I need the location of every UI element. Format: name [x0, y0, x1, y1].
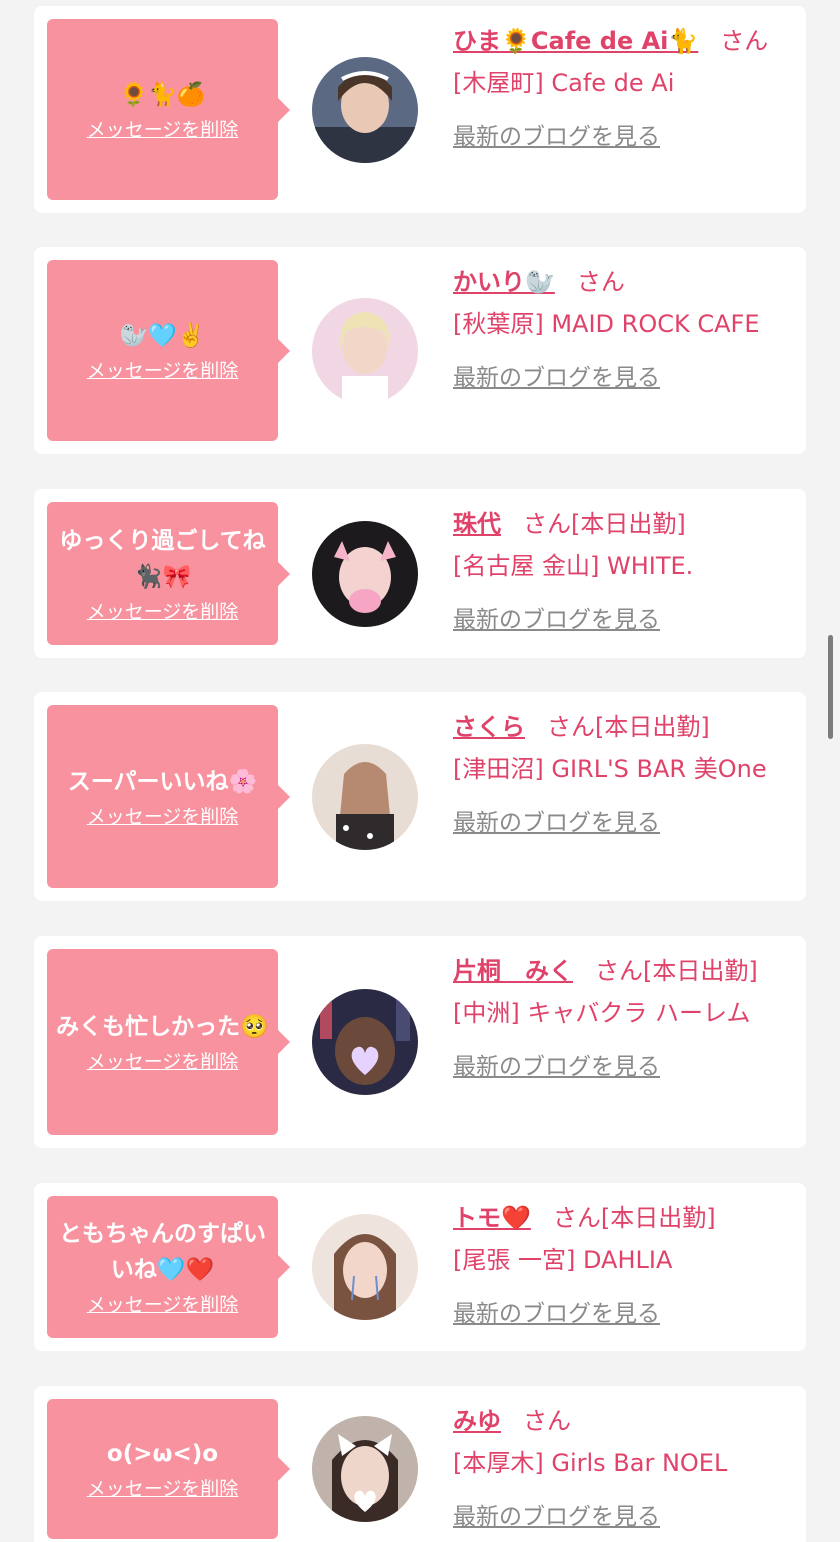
message-text: 🦭🩵✌️ — [119, 322, 206, 349]
avatar[interactable] — [312, 57, 418, 163]
cast-name-link[interactable]: 珠代 — [453, 510, 501, 538]
attendance-status: [本日出勤] — [600, 1204, 716, 1232]
avatar[interactable] — [312, 521, 418, 627]
shop-name: [中洲] キャバクラ ハーレム — [453, 999, 751, 1027]
message-card: みくも忙しかった🥺 メッセージを削除 片桐 みく さん[本日出勤] [中洲] キャ… — [34, 936, 806, 1148]
message-card: 🌻🐈🍊 メッセージを削除 ひま🌻Cafe de Ai🐈 さん [木屋町] Cafe… — [34, 6, 806, 213]
cast-info: かいり🦭 さん [秋葉原] MAID ROCK CAFE 最新のブログを見る — [453, 261, 789, 399]
avatar[interactable] — [312, 1416, 418, 1522]
attendance-status: [本日出勤] — [595, 713, 710, 741]
message-bubble: ゆっくり過ごしてね🐈‍⬛🎀 メッセージを削除 — [47, 502, 290, 645]
delete-message-link[interactable]: メッセージを削除 — [87, 599, 239, 625]
shop-name: [名古屋 金山] WHITE. — [453, 552, 694, 580]
message-text: o(>ω<)o — [106, 1441, 219, 1467]
delete-message-link[interactable]: メッセージを削除 — [87, 1049, 239, 1075]
message-bubble: スーパーいいね🌸 メッセージを削除 — [47, 705, 290, 888]
honorific: さん — [547, 713, 595, 741]
avatar[interactable] — [312, 1214, 418, 1320]
scrollbar[interactable] — [828, 635, 833, 739]
shop-name: [本厚木] Girls Bar NOEL — [453, 1449, 728, 1477]
message-text: 🌻🐈🍊 — [119, 81, 206, 108]
cast-name-link[interactable]: 片桐 みく — [453, 957, 573, 985]
honorific: さん — [576, 268, 625, 296]
latest-blog-link[interactable]: 最新のブログを見る — [453, 357, 660, 399]
cast-info: さくら さん[本日出勤] [津田沼] GIRL'S BAR 美One 最新のブログ… — [453, 706, 789, 844]
delete-message-link[interactable]: メッセージを削除 — [87, 1292, 239, 1318]
message-text: ともちゃんのすぱいいね🩵❤️ — [59, 1221, 266, 1283]
attendance-status: [本日出勤] — [643, 957, 758, 985]
avatar[interactable] — [312, 298, 418, 404]
shop-name: [尾張 一宮] DAHLIA — [453, 1246, 673, 1274]
message-card: ゆっくり過ごしてね🐈‍⬛🎀 メッセージを削除 珠代 さん[本日出勤] [名古屋 金… — [34, 489, 806, 658]
cast-name-link[interactable]: かいり🦭 — [453, 268, 555, 296]
cast-name-link[interactable]: ひま🌻Cafe de Ai🐈 — [453, 27, 698, 55]
message-bubble: 🌻🐈🍊 メッセージを削除 — [47, 19, 290, 200]
delete-message-link[interactable]: メッセージを削除 — [87, 804, 239, 830]
honorific: さん — [720, 27, 769, 55]
cast-name-link[interactable]: みゆ — [453, 1407, 501, 1435]
message-card: スーパーいいね🌸 メッセージを削除 さくら さん[本日出勤] [津田沼] GIRL… — [34, 692, 806, 901]
honorific: さん — [552, 1204, 601, 1232]
delete-message-link[interactable]: メッセージを削除 — [87, 1476, 239, 1502]
cast-name-link[interactable]: トモ❤️ — [453, 1204, 531, 1232]
message-bubble: みくも忙しかった🥺 メッセージを削除 — [47, 949, 290, 1135]
latest-blog-link[interactable]: 最新のブログを見る — [453, 802, 660, 844]
shop-name: [津田沼] GIRL'S BAR 美One — [453, 755, 767, 783]
avatar[interactable] — [312, 744, 418, 850]
latest-blog-link[interactable]: 最新のブログを見る — [453, 116, 660, 158]
shop-name: [秋葉原] MAID ROCK CAFE — [453, 310, 760, 338]
cast-name-link[interactable]: さくら — [453, 713, 525, 741]
message-card: ともちゃんのすぱいいね🩵❤️ メッセージを削除 トモ❤️ さん[本日出勤] [尾張… — [34, 1183, 806, 1351]
latest-blog-link[interactable]: 最新のブログを見る — [453, 1496, 660, 1538]
message-text: ゆっくり過ごしてね🐈‍⬛🎀 — [59, 527, 266, 590]
delete-message-link[interactable]: メッセージを削除 — [87, 117, 239, 143]
message-text: スーパーいいね🌸 — [67, 768, 258, 795]
cast-info: ひま🌻Cafe de Ai🐈 さん [木屋町] Cafe de Ai 最新のブログ… — [453, 20, 789, 158]
honorific: さん — [523, 1407, 571, 1435]
message-card: o(>ω<)o メッセージを削除 みゆ さん [本厚木] Girls Bar NO… — [34, 1386, 806, 1542]
message-bubble: ともちゃんのすぱいいね🩵❤️ メッセージを削除 — [47, 1196, 290, 1338]
attendance-status: [本日出勤] — [571, 510, 686, 538]
avatar[interactable] — [312, 989, 418, 1095]
message-bubble: 🦭🩵✌️ メッセージを削除 — [47, 260, 290, 441]
message-text: みくも忙しかった🥺 — [56, 1014, 269, 1040]
cast-info: みゆ さん [本厚木] Girls Bar NOEL 最新のブログを見る — [453, 1400, 789, 1538]
message-card: 🦭🩵✌️ メッセージを削除 かいり🦭 さん [秋葉原] MAID ROCK CAF… — [34, 247, 806, 454]
latest-blog-link[interactable]: 最新のブログを見る — [453, 1293, 660, 1335]
message-list: 🌻🐈🍊 メッセージを削除 ひま🌻Cafe de Ai🐈 さん [木屋町] Cafe… — [0, 0, 840, 1542]
honorific: さん — [595, 957, 643, 985]
cast-info: トモ❤️ さん[本日出勤] [尾張 一宮] DAHLIA 最新のブログを見る — [453, 1197, 789, 1335]
cast-info: 珠代 さん[本日出勤] [名古屋 金山] WHITE. 最新のブログを見る — [453, 503, 789, 641]
latest-blog-link[interactable]: 最新のブログを見る — [453, 599, 660, 641]
latest-blog-link[interactable]: 最新のブログを見る — [453, 1046, 660, 1088]
cast-info: 片桐 みく さん[本日出勤] [中洲] キャバクラ ハーレム 最新のブログを見る — [453, 950, 789, 1088]
shop-name: [木屋町] Cafe de Ai — [453, 69, 675, 97]
message-bubble: o(>ω<)o メッセージを削除 — [47, 1399, 290, 1539]
honorific: さん — [523, 510, 571, 538]
delete-message-link[interactable]: メッセージを削除 — [87, 358, 239, 384]
